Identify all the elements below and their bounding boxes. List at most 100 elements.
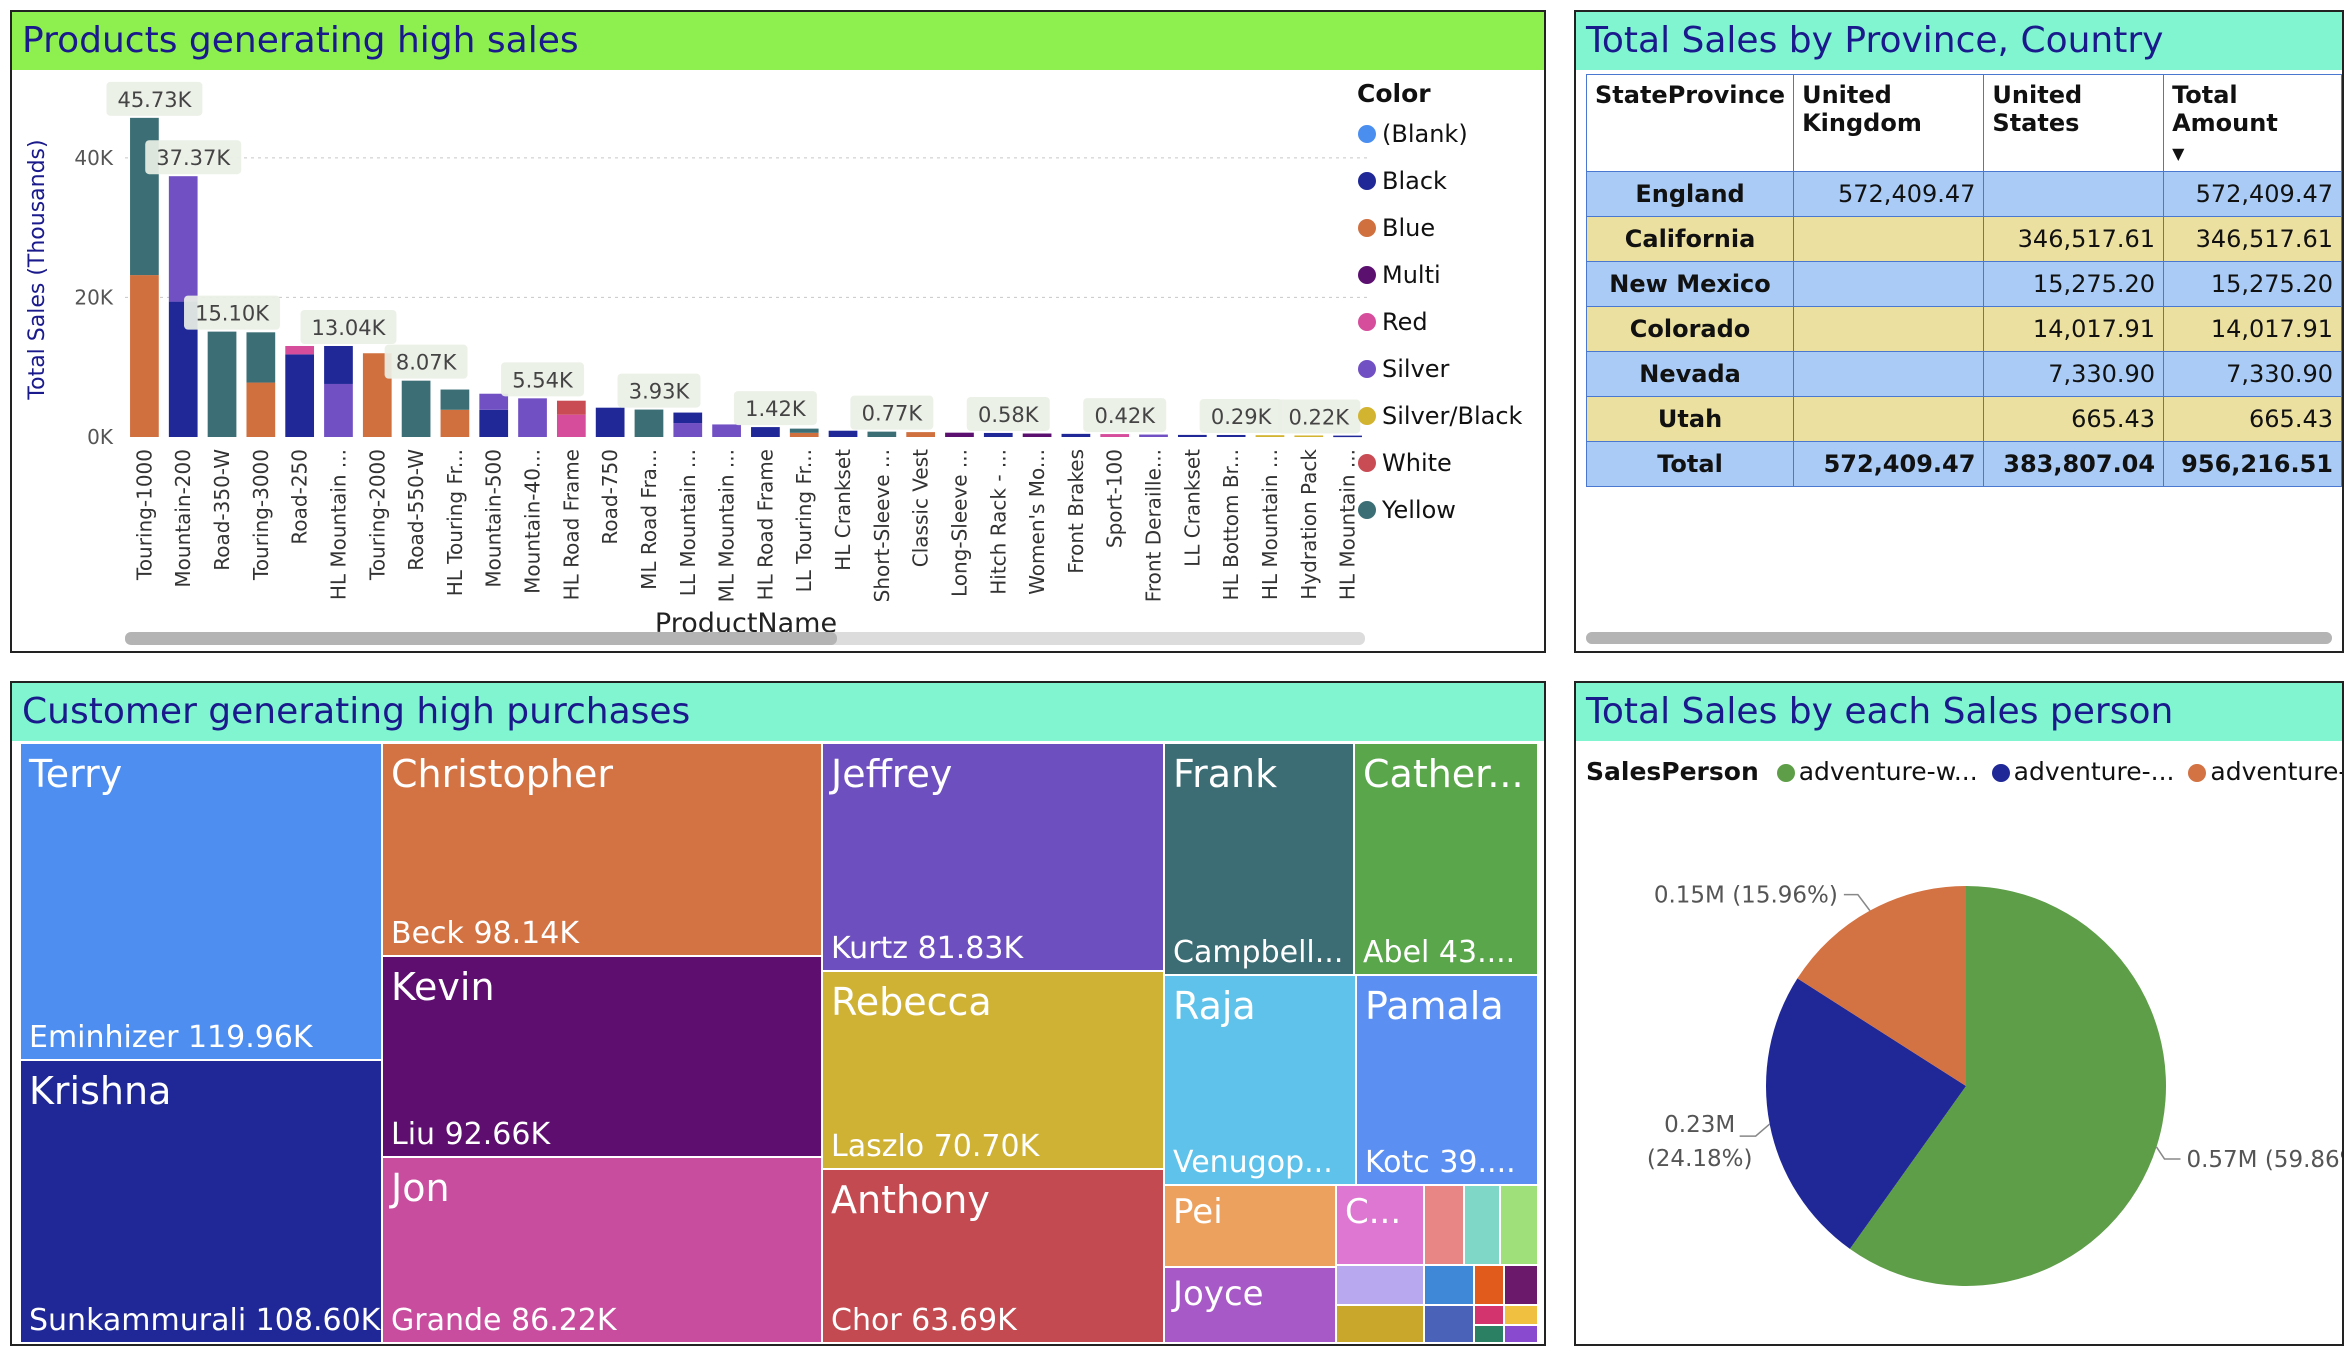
tile-first-name: Christopher bbox=[391, 752, 613, 796]
legend-swatch-icon bbox=[1358, 313, 1376, 331]
table-row: New Mexico 15,275.20 15,275.20 bbox=[1585, 261, 2342, 307]
bar-segment bbox=[1216, 434, 1246, 437]
bar-chart-title: Products generating high sales bbox=[12, 12, 1544, 70]
cell-united-states: 665.43 bbox=[1983, 396, 2165, 442]
column-header-stateprovince[interactable]: StateProvince bbox=[1585, 74, 1795, 172]
column-header-total-amount[interactable]: Total Amount ▼ bbox=[2163, 74, 2342, 172]
x-tick-label: ML Mountain ... bbox=[715, 449, 739, 602]
tile-last-name-value: Chor 63.69K bbox=[831, 1303, 1017, 1338]
treemap-small-tile[interactable] bbox=[1336, 1305, 1424, 1343]
treemap-small-tile[interactable] bbox=[1464, 1185, 1500, 1265]
x-tick-label: HL Mountain ... bbox=[1336, 449, 1360, 600]
x-tick-label: HL Road Frame bbox=[559, 449, 583, 600]
table-row: England 572,409.47 572,409.47 bbox=[1585, 171, 2342, 217]
bar-segment bbox=[1139, 434, 1168, 437]
column-header-united-states[interactable]: United States bbox=[1983, 74, 2165, 172]
x-tick-label: Sport-100 bbox=[1103, 449, 1127, 548]
treemap-small-tile[interactable] bbox=[1474, 1325, 1504, 1343]
tile-first-name: C... bbox=[1345, 1192, 1402, 1232]
treemap-tile[interactable]: Pamala Kotc 39.... bbox=[1356, 975, 1538, 1185]
tile-last-name-value: Beck 98.14K bbox=[391, 916, 579, 951]
treemap-tile[interactable]: Raja Venugop... bbox=[1164, 975, 1356, 1185]
cell-united-states: 7,330.90 bbox=[1983, 351, 2165, 397]
treemap-tile[interactable]: Krishna Sunkammurali 108.60K bbox=[20, 1060, 382, 1343]
tile-last-name-value: Kotc 39.... bbox=[1365, 1145, 1516, 1180]
data-label: 0.22K bbox=[1289, 405, 1351, 429]
cell-total-amount: 956,216.51 bbox=[2163, 441, 2342, 487]
treemap-tile[interactable]: Frank Campbell... bbox=[1164, 743, 1354, 975]
bar-segment bbox=[324, 383, 353, 437]
legend-swatch-icon bbox=[2188, 764, 2207, 782]
treemap-tile[interactable]: Jeffrey Kurtz 81.83K bbox=[822, 743, 1164, 971]
legend-swatch-icon bbox=[1358, 501, 1376, 519]
data-label: 13.04K bbox=[312, 316, 387, 340]
treemap-tile[interactable]: Joyce bbox=[1164, 1267, 1336, 1343]
treemap-small-tile[interactable] bbox=[1474, 1265, 1504, 1305]
treemap-tile[interactable]: C... bbox=[1336, 1185, 1424, 1265]
bar-segment bbox=[207, 331, 237, 437]
bar-segment bbox=[751, 427, 780, 437]
table-row: Utah 665.43 665.43 bbox=[1585, 396, 2342, 442]
treemap-small-tile[interactable] bbox=[1504, 1305, 1538, 1325]
treemap-small-tile[interactable] bbox=[1500, 1185, 1538, 1265]
legend-swatch-icon bbox=[1358, 266, 1376, 284]
pie-legend-label: adventure-... bbox=[2210, 757, 2342, 786]
pie-legend-item[interactable]: adventure-w... bbox=[1776, 757, 1986, 786]
treemap-tile[interactable]: Christopher Beck 98.14K bbox=[382, 743, 822, 956]
pie-chart-panel: Total Sales by each Sales person SalesPe… bbox=[1574, 681, 2344, 1346]
cell-united-states: 346,517.61 bbox=[1983, 216, 2165, 262]
data-label: 0.58K bbox=[978, 403, 1040, 427]
row-header: New Mexico bbox=[1585, 261, 1795, 307]
x-tick-label: Front Deraille... bbox=[1142, 449, 1166, 602]
data-label: 37.37K bbox=[156, 146, 231, 170]
bar-segment bbox=[556, 400, 586, 415]
x-tick-label: HL Bottom Br... bbox=[1219, 449, 1243, 600]
treemap-panel: Customer generating high purchases Terry… bbox=[10, 681, 1546, 1346]
cell-united-kingdom: 572,409.47 bbox=[1793, 171, 1985, 217]
treemap-small-tile[interactable] bbox=[1424, 1185, 1464, 1265]
data-label: 0.42K bbox=[1094, 404, 1156, 428]
table-scroll-thumb[interactable] bbox=[1586, 632, 2332, 644]
treemap-small-tile[interactable] bbox=[1336, 1265, 1424, 1305]
x-tick-label: Mountain-200 bbox=[171, 449, 195, 588]
bar-chart-scroll-thumb[interactable] bbox=[125, 632, 837, 645]
cell-united-states: 383,807.04 bbox=[1983, 441, 2165, 487]
x-tick-label: ML Road Fra... bbox=[637, 449, 661, 590]
x-tick-label: Road-550-W bbox=[404, 449, 428, 571]
treemap-tile[interactable]: Jon Grande 86.22K bbox=[382, 1157, 822, 1343]
pie-legend-item[interactable]: adventure-... bbox=[2188, 757, 2342, 786]
bar-segment bbox=[479, 393, 509, 410]
legend-label: Multi bbox=[1382, 261, 1441, 289]
customer-treemap: Terry Eminhizer 119.96K Krishna Sunkammu… bbox=[20, 743, 1538, 1343]
row-header: Colorado bbox=[1585, 306, 1795, 352]
treemap-tile[interactable]: Kevin Liu 92.66K bbox=[382, 956, 822, 1157]
bar-segment bbox=[556, 414, 586, 437]
pie-chart-title: Total Sales by each Sales person bbox=[1576, 683, 2342, 741]
table-scrollbar[interactable] bbox=[1586, 632, 2332, 644]
tile-last-name-value: Abel 43.... bbox=[1363, 935, 1516, 970]
cell-united-kingdom bbox=[1793, 396, 1985, 442]
legend-label: (Blank) bbox=[1382, 120, 1468, 148]
leader-line bbox=[2155, 1146, 2181, 1160]
pie-legend-item[interactable]: adventure-... bbox=[1991, 757, 2183, 786]
treemap-small-tile[interactable] bbox=[1474, 1305, 1504, 1325]
tile-first-name: Jeffrey bbox=[831, 752, 953, 796]
cell-united-kingdom bbox=[1793, 216, 1985, 262]
treemap-small-tile[interactable] bbox=[1424, 1305, 1474, 1343]
treemap-small-tile[interactable] bbox=[1504, 1325, 1538, 1343]
column-header-united-kingdom[interactable]: United Kingdom bbox=[1793, 74, 1985, 172]
legend-swatch-icon bbox=[1358, 219, 1376, 237]
treemap-tile[interactable]: Pei bbox=[1164, 1185, 1336, 1267]
treemap-tile[interactable]: Rebecca Laszlo 70.70K bbox=[822, 971, 1164, 1169]
sort-descending-icon[interactable]: ▼ bbox=[2172, 144, 2184, 163]
legend-label: Silver bbox=[1382, 355, 1450, 383]
treemap-tile[interactable]: Cather... Abel 43.... bbox=[1354, 743, 1538, 975]
treemap-small-tile[interactable] bbox=[1424, 1265, 1474, 1305]
data-label: 5.54K bbox=[512, 368, 574, 392]
treemap-small-tile[interactable] bbox=[1504, 1265, 1538, 1305]
bar-segment bbox=[1177, 434, 1207, 437]
treemap-tile[interactable]: Anthony Chor 63.69K bbox=[822, 1169, 1164, 1343]
bar-chart-scrollbar[interactable] bbox=[125, 632, 1365, 645]
bar-segment bbox=[867, 431, 897, 437]
treemap-tile[interactable]: Terry Eminhizer 119.96K bbox=[20, 743, 382, 1060]
